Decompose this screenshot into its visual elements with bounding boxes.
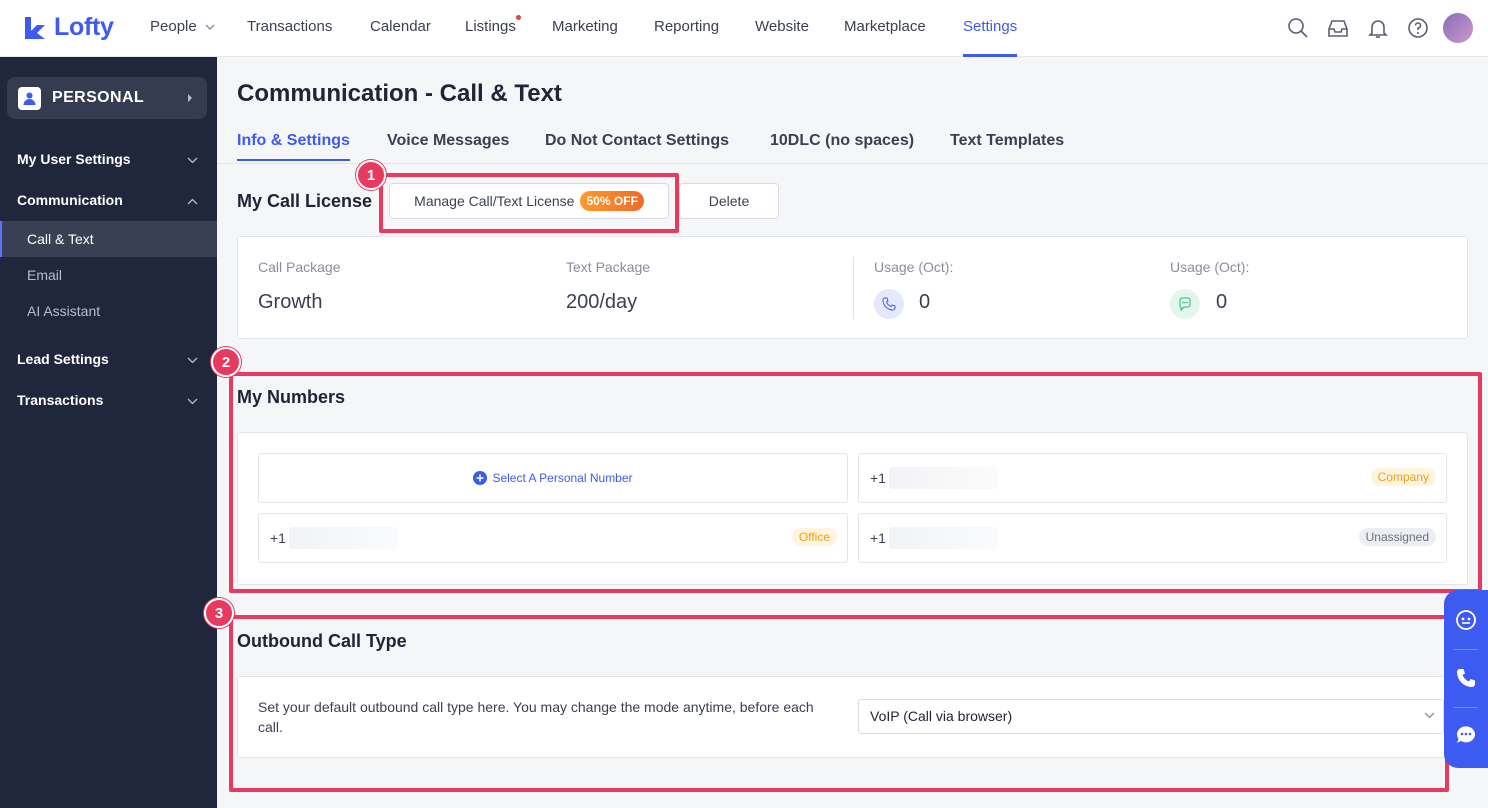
sidebar-item-call-text[interactable]: Call & Text bbox=[0, 221, 217, 257]
page-title: Communication - Call & Text bbox=[237, 80, 562, 107]
call-package-value: Growth bbox=[258, 291, 323, 313]
tabs-divider bbox=[217, 163, 1488, 164]
phone-icon[interactable] bbox=[1452, 664, 1480, 692]
license-title: My Call License bbox=[237, 191, 373, 211]
nav-people[interactable]: People bbox=[150, 0, 215, 57]
nav-transactions[interactable]: Transactions bbox=[247, 0, 332, 57]
nav-reporting[interactable]: Reporting bbox=[654, 0, 719, 57]
chat-bot-icon[interactable] bbox=[1452, 606, 1480, 634]
scope-switcher[interactable]: PERSONAL bbox=[7, 77, 207, 119]
bell-icon[interactable] bbox=[1366, 16, 1390, 40]
sidebar-group-communication[interactable]: Communication bbox=[17, 192, 123, 208]
chevron-down-icon[interactable] bbox=[187, 398, 198, 405]
call-package-label: Call Package bbox=[258, 259, 341, 275]
text-package-label: Text Package bbox=[566, 259, 651, 275]
tab-voice-messages[interactable]: Voice Messages bbox=[387, 132, 509, 150]
nav-settings[interactable]: Settings bbox=[963, 0, 1018, 57]
brand-name: Lofty bbox=[54, 13, 114, 41]
tab-text-templates[interactable]: Text Templates bbox=[950, 132, 1064, 150]
message-icon bbox=[1170, 289, 1200, 319]
sidebar-item-ai-assistant[interactable]: AI Assistant bbox=[0, 293, 217, 329]
sidebar-group-my-user-settings[interactable]: My User Settings bbox=[17, 151, 131, 167]
highlight-box-2 bbox=[229, 372, 1482, 593]
float-divider bbox=[1454, 707, 1478, 708]
tab-info-settings[interactable]: Info & Settings bbox=[237, 132, 350, 161]
text-usage-label: Usage (Oct): bbox=[1170, 259, 1250, 275]
highlight-box-3 bbox=[229, 615, 1449, 792]
user-icon bbox=[18, 86, 41, 110]
phone-icon bbox=[874, 289, 904, 319]
lofty-logo[interactable]: Lofty bbox=[22, 13, 114, 42]
nav-calendar[interactable]: Calendar bbox=[370, 0, 431, 57]
tab-do-not-contact[interactable]: Do Not Contact Settings bbox=[545, 132, 729, 150]
license-divider bbox=[853, 257, 854, 319]
nav-people-label: People bbox=[150, 18, 197, 35]
nav-marketplace[interactable]: Marketplace bbox=[844, 0, 926, 57]
tab-10dlc[interactable]: 10DLC (no spaces) bbox=[770, 132, 914, 150]
lofty-logo-icon bbox=[25, 16, 45, 39]
chevron-down-icon bbox=[205, 24, 215, 31]
avatar[interactable] bbox=[1443, 13, 1473, 43]
nav-listings[interactable]: Listings bbox=[465, 0, 521, 57]
call-usage-label: Usage (Oct): bbox=[874, 259, 954, 275]
top-nav: Lofty People Transactions Calendar Listi… bbox=[0, 0, 1488, 57]
delete-button[interactable]: Delete bbox=[679, 183, 779, 219]
annotation-marker-1: 1 bbox=[356, 160, 386, 190]
highlight-box-1 bbox=[379, 173, 679, 233]
sidebar-group-lead-settings[interactable]: Lead Settings bbox=[17, 351, 109, 367]
annotation-marker-2: 2 bbox=[211, 347, 241, 377]
nav-website[interactable]: Website bbox=[755, 0, 809, 57]
chevron-up-icon[interactable] bbox=[187, 198, 198, 205]
text-usage-value: 0 bbox=[1216, 291, 1228, 313]
chevron-down-icon[interactable] bbox=[187, 157, 198, 164]
annotation-marker-3: 3 bbox=[204, 598, 234, 628]
search-icon[interactable] bbox=[1286, 16, 1310, 40]
notification-dot bbox=[515, 15, 521, 20]
float-divider bbox=[1454, 649, 1478, 650]
floating-action-bar bbox=[1444, 590, 1488, 768]
inbox-icon[interactable] bbox=[1326, 16, 1350, 40]
chevron-right-icon bbox=[188, 94, 192, 102]
chevron-down-icon[interactable] bbox=[187, 357, 198, 364]
nav-listings-label: Listings bbox=[465, 18, 516, 35]
call-usage-value: 0 bbox=[919, 291, 931, 313]
sidebar: PERSONAL My User Settings Communication … bbox=[0, 57, 217, 808]
nav-marketing[interactable]: Marketing bbox=[552, 0, 618, 57]
chat-bubble-icon[interactable] bbox=[1452, 721, 1480, 749]
sidebar-item-email[interactable]: Email bbox=[0, 257, 217, 293]
help-icon[interactable] bbox=[1406, 16, 1430, 40]
sidebar-group-transactions[interactable]: Transactions bbox=[17, 392, 103, 408]
text-package-value: 200/day bbox=[566, 291, 638, 313]
scope-label: PERSONAL bbox=[52, 89, 145, 106]
